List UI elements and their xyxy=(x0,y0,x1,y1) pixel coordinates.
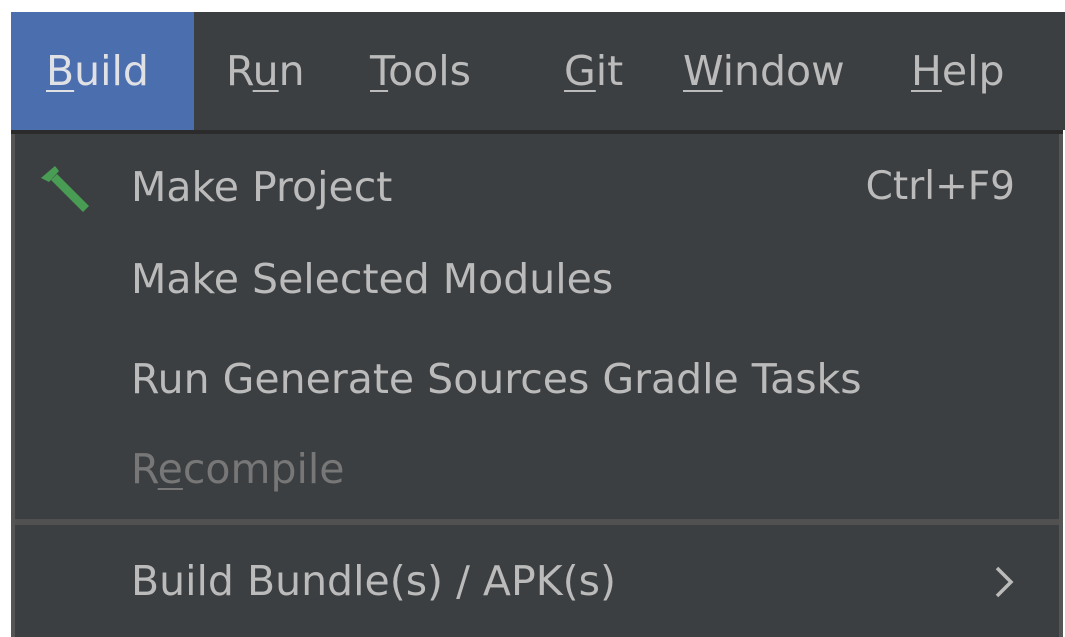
menu-git-mnemonic: G xyxy=(564,47,596,95)
menu-tools-mnemonic: T xyxy=(370,47,389,95)
menu-item-build-bundle-apk[interactable]: Build Bundle(s) / APK(s) xyxy=(15,528,1059,634)
chevron-right-icon xyxy=(995,566,1014,598)
make-selected-modules-label: Make Selected Modules xyxy=(131,255,614,303)
recompile-label-end: compile xyxy=(182,445,345,493)
hammer-icon xyxy=(41,166,89,212)
menu-build[interactable]: Build xyxy=(11,12,194,130)
menu-window[interactable]: Window xyxy=(683,12,845,130)
menu-git-label: it xyxy=(595,47,624,95)
recompile-label-start: R xyxy=(131,445,158,493)
menu-bar: Build Run Tools Git Window Help xyxy=(11,12,1065,130)
menu-window-label: indow xyxy=(722,47,845,95)
menu-run-label-start: R xyxy=(226,47,253,95)
menu-tools-label: ools xyxy=(388,47,471,95)
screen: Build Run Tools Git Window Help Make Pro… xyxy=(0,0,1065,637)
menu-build-mnemonic: B xyxy=(46,47,75,95)
recompile-label: Recompile xyxy=(131,416,345,522)
menu-item-make-project[interactable]: Make Project Ctrl+F9 xyxy=(15,134,1059,240)
menu-help-mnemonic: H xyxy=(911,47,942,95)
menu-tools[interactable]: Tools xyxy=(370,12,471,130)
menu-git[interactable]: Git xyxy=(564,12,623,130)
menu-help[interactable]: Help xyxy=(911,12,1005,130)
make-project-label: Make Project xyxy=(131,163,393,211)
make-project-shortcut: Ctrl+F9 xyxy=(865,164,1015,209)
recompile-mnemonic: e xyxy=(157,445,183,493)
menu-item-recompile: Recompile xyxy=(15,416,1059,522)
menu-run-mnemonic: u xyxy=(252,47,279,95)
menu-help-label: elp xyxy=(941,47,1005,95)
menu-build-label: uild xyxy=(74,47,149,95)
menu-window-mnemonic: W xyxy=(683,47,723,95)
build-dropdown-menu: Make Project Ctrl+F9 Make Selected Modul… xyxy=(11,134,1063,637)
menu-run-label-end: n xyxy=(278,47,305,95)
build-bundle-apk-label: Build Bundle(s) / APK(s) xyxy=(131,557,616,605)
menu-item-make-selected-modules[interactable]: Make Selected Modules xyxy=(15,226,1059,332)
menu-separator xyxy=(15,519,1059,525)
menu-run[interactable]: Run xyxy=(226,12,305,130)
